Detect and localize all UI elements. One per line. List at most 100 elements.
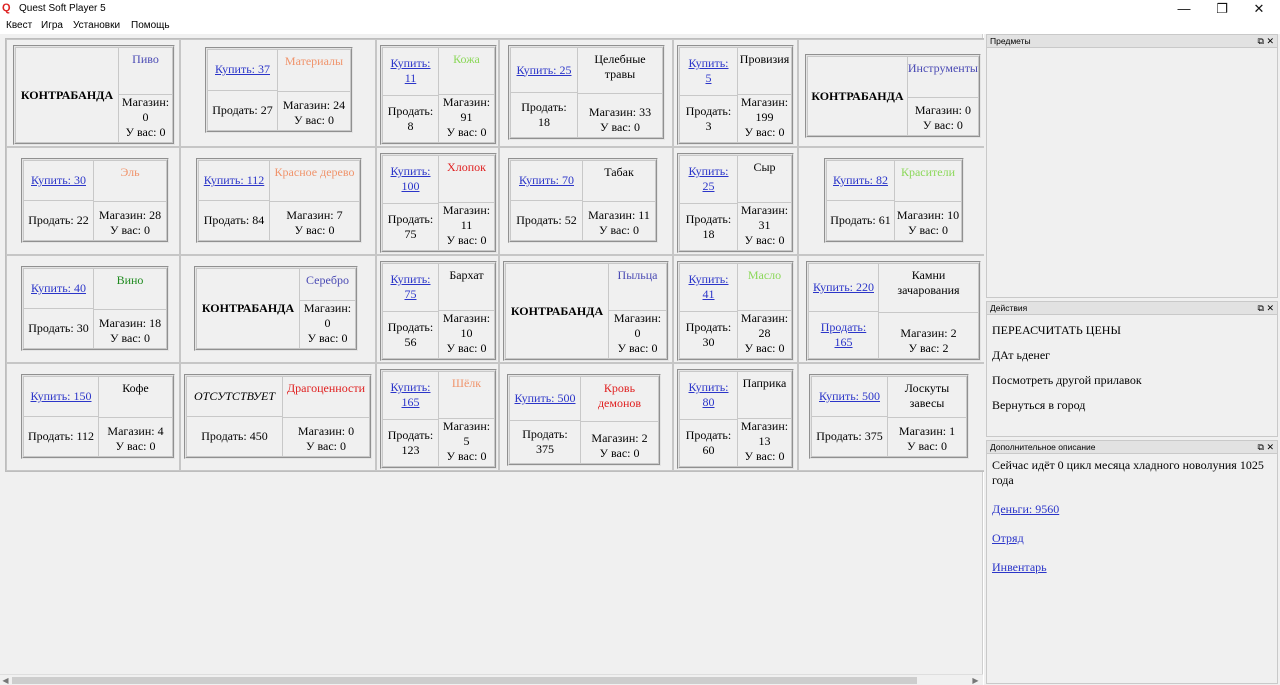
sell-link[interactable]: Продать: 375 (522, 427, 568, 457)
goods-cell: КОНТРАБАНДА Серебро Магазин: 0У вас: 0 (180, 255, 376, 363)
scroll-left-icon[interactable]: ◀ (0, 675, 11, 685)
buy-link[interactable]: Купить: 5 (689, 56, 729, 86)
menu-game[interactable]: Игра (41, 20, 63, 31)
buy-link[interactable]: Купить: 25 (689, 164, 729, 194)
goods-box: Купить: 30 Продать: 22 Эль Магазин: 28 У вас… (21, 158, 169, 243)
contraband-label: КОНТРАБАНДА (510, 303, 604, 318)
goods-cell: Купить: 220 Продать: 165 Камни зачарования Ма… (798, 255, 986, 363)
goods-name: Кофе (99, 377, 172, 418)
menu-help[interactable]: Помощь (131, 20, 170, 31)
buy-link[interactable]: Купить: 500 (819, 389, 880, 404)
action-other-stall[interactable]: Посмотреть другой прилавок (992, 373, 1272, 388)
goods-cell: Купить: 112 Продать: 84 Красное дерево Мага… (180, 147, 376, 255)
buy-link[interactable]: Купить: 37 (215, 62, 270, 77)
buy-link[interactable]: Купить: 75 (391, 272, 431, 302)
goods-box: КОНТРАБАНДА Серебро Магазин: 0У вас: 0 (194, 266, 358, 351)
panel-controls-icon[interactable]: ⧉ ✕ (1258, 35, 1274, 48)
sell-link[interactable]: Продать: 61 (830, 213, 891, 228)
action-give-money[interactable]: ДАт ьденег (992, 348, 1272, 363)
buy-link[interactable]: Купить: 500 (515, 391, 576, 406)
maximize-button[interactable]: ❐ (1206, 0, 1238, 18)
goods-name: Серебро (300, 269, 355, 301)
goods-name: Материалы (278, 50, 350, 92)
goods-box: КОНТРАБАНДА Пиво Магазин: 0 У вас: 0 (13, 45, 175, 145)
action-recalc-prices[interactable]: ПЕРЕАСЧИТАТЬ ЦЕНЫ (992, 323, 1272, 338)
goods-box: КОНТРАБАНДА Инструменты Магазин: 0У вас: 0 (805, 54, 981, 138)
action-return-city[interactable]: Вернуться в город (992, 398, 1272, 413)
money-link[interactable]: Деньги: 9560 (992, 502, 1059, 516)
stock-info: Магазин: 10 У вас: 0 (442, 311, 491, 355)
squad-link[interactable]: Отряд (992, 531, 1024, 545)
goods-cell: КОНТРАБАНДА Инструменты Магазин: 0У вас: 0 (798, 39, 986, 147)
sell-link[interactable]: Продать: 84 (204, 213, 265, 228)
buy-link[interactable]: Купить: 70 (519, 173, 574, 188)
goods-name: Красители (895, 161, 961, 202)
goods-cell: Купить: 80 Продать: 60 Паприка Магазин: 13 У ва… (673, 363, 798, 471)
sell-link[interactable]: Продать: 112 (28, 429, 94, 444)
sell-link[interactable]: Продать: 22 (28, 213, 89, 228)
goods-box: Купить: 40 Продать: 30 Вино Магазин: 18 У ва… (21, 266, 169, 351)
horizontal-scrollbar[interactable]: ◀ ▶ (0, 674, 983, 685)
stock-info: Магазин: 0У вас: 0 (297, 424, 355, 453)
sell-link[interactable]: Продать: 56 (388, 320, 434, 350)
menu-settings[interactable]: Установки (73, 20, 120, 31)
sell-link[interactable]: Продать: 27 (212, 103, 273, 118)
goods-box: КОНТРАБАНДА Пыльца Магазин: 0 У вас: 0 (503, 261, 669, 361)
goods-cell: Купить: 500 Продать: 375 Кровь демонов Магази… (499, 363, 673, 471)
stock-info: Магазин: 24 У вас: 0 (282, 98, 346, 127)
buy-link[interactable]: Купить: 41 (689, 272, 729, 302)
actions-list: ПЕРЕАСЧИТАТЬ ЦЕНЫ ДАт ьденег Посмотреть … (987, 315, 1277, 427)
panel-controls-icon[interactable]: ⧉ ✕ (1258, 302, 1274, 315)
sell-link[interactable]: Продать: 18 (521, 100, 567, 130)
sell-link[interactable]: Продать: 123 (388, 428, 434, 458)
goods-cell: КОНТРАБАНДА Пыльца Магазин: 0 У вас: 0 (499, 255, 673, 363)
sell-link[interactable]: Продать: 75 (388, 212, 434, 242)
stock-info: Магазин: 7У вас: 0 (286, 208, 343, 237)
goods-cell: Купить: 70 Продать: 52 Табак Магазин: 11 У в… (499, 147, 673, 255)
goods-box: Купить: 41 Продать: 30 Масло Магазин: 28 У вас:… (677, 261, 794, 361)
contraband-label: КОНТРАБАНДА (20, 87, 114, 102)
sell-link[interactable]: Продать: 8 (388, 104, 434, 134)
buy-link[interactable]: Купить: 82 (833, 173, 888, 188)
buy-link[interactable]: Купить: 30 (31, 173, 86, 188)
sell-link[interactable]: Продать: 375 (816, 429, 883, 444)
buy-link[interactable]: Купить: 11 (391, 56, 431, 86)
items-panel-header: Предметы ⧉ ✕ (987, 35, 1277, 48)
sell-link[interactable]: Продать: 60 (686, 428, 732, 458)
sell-link[interactable]: Продать: 30 (686, 320, 732, 350)
panel-controls-icon[interactable]: ⧉ ✕ (1258, 441, 1274, 454)
buy-link[interactable]: Купить: 165 (391, 380, 431, 410)
buy-link[interactable]: Купить: 40 (31, 281, 86, 296)
buy-link[interactable]: Купить: 150 (31, 389, 92, 404)
buy-link[interactable]: Купить: 112 (204, 173, 265, 188)
scrollbar-thumb[interactable] (12, 677, 917, 684)
stock-info: Магазин: 5 У вас: 0 (442, 419, 491, 463)
sell-link[interactable]: Продать: 3 (686, 104, 732, 134)
stock-info: Магазин: 2У вас: 2 (900, 326, 957, 355)
menu-quest[interactable]: Квест (6, 20, 32, 31)
sell-link[interactable]: Продать: 165 (821, 320, 867, 350)
goods-box: Купить: 112 Продать: 84 Красное дерево Мага… (196, 158, 362, 243)
goods-box: Купить: 37 Продать: 27 Материалы Магазин: 2… (205, 47, 353, 133)
goods-box: Купить: 165 Продать: 123 Шёлк Магазин: 5 У вас:… (380, 369, 497, 469)
goods-cell: Купить: 25 Продать: 18 Целебные травы Магазин… (499, 39, 673, 147)
scroll-right-icon[interactable]: ▶ (970, 675, 981, 685)
buy-link[interactable]: Купить: 80 (689, 380, 729, 410)
sell-link[interactable]: Продать: 30 (28, 321, 89, 336)
buy-link[interactable]: Купить: 100 (391, 164, 431, 194)
inventory-link[interactable]: Инвентарь (992, 560, 1047, 574)
sell-link[interactable]: Продать: 52 (516, 213, 577, 228)
buy-link[interactable]: Купить: 220 (813, 280, 874, 295)
stock-info: Магазин: 2У вас: 0 (591, 431, 648, 460)
buy-link[interactable]: Купить: 25 (517, 63, 572, 78)
sell-link[interactable]: Продать: 450 (201, 429, 268, 444)
sell-link[interactable]: Продать: 18 (686, 212, 732, 242)
goods-cell: Купить: 40 Продать: 30 Вино Магазин: 18 У ва… (6, 255, 180, 363)
goods-name: Вино (94, 269, 166, 310)
goods-cell: Купить: 500 Продать: 375 Лоскуты завесы Маг… (798, 363, 986, 471)
close-button[interactable]: ✕ (1243, 0, 1275, 18)
goods-box: Купить: 500 Продать: 375 Кровь демонов Магази… (507, 374, 661, 466)
minimize-button[interactable]: — (1168, 0, 1200, 18)
goods-name: Камни зачарования (879, 264, 978, 313)
goods-name: Пиво (119, 48, 172, 95)
